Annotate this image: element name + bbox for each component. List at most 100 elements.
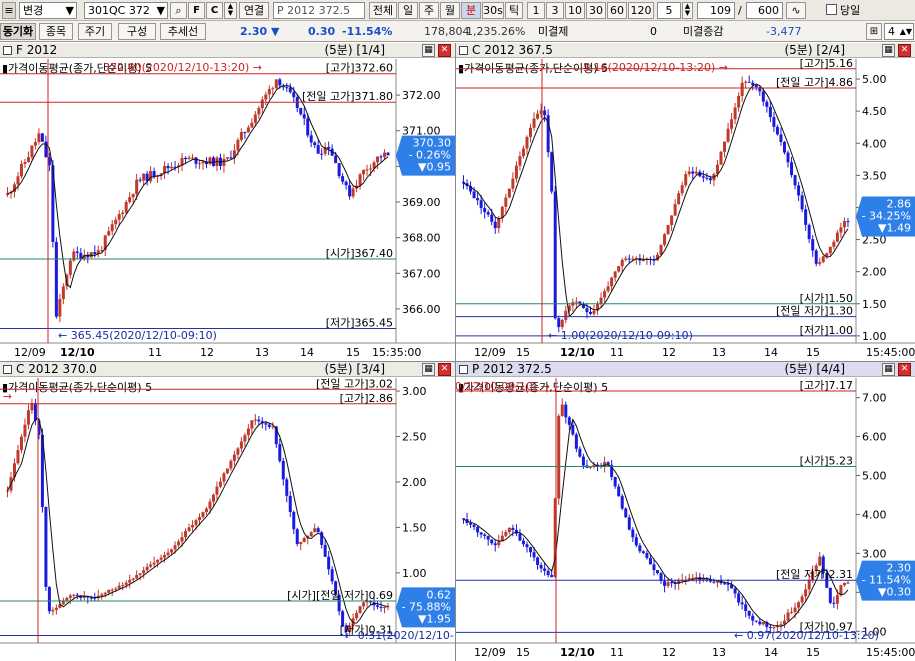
candle: [229, 157, 233, 159]
month-button[interactable]: 월: [440, 2, 460, 19]
interval-button-30[interactable]: 30: [586, 2, 606, 19]
panel-select-box[interactable]: [459, 46, 468, 55]
candle: [187, 527, 191, 532]
candle: [93, 252, 97, 255]
all-button[interactable]: 전체: [369, 2, 397, 19]
candle: [663, 234, 667, 245]
candle: [624, 258, 628, 260]
sync-button[interactable]: 동기화: [0, 23, 36, 40]
candle: [493, 543, 497, 546]
compose-button[interactable]: 구성: [118, 23, 156, 40]
settings-icon[interactable]: ▦: [882, 363, 895, 376]
tick-button[interactable]: 틱: [505, 2, 523, 19]
candle: [839, 227, 843, 233]
panel-select-box[interactable]: [459, 365, 468, 374]
chart-panel-2[interactable]: C 2012 367.5 (5분) [2/4] ▦ ✕ ▮가격이동평균(종가,단순이평)…: [456, 43, 915, 361]
x-tick-label: 13: [712, 346, 726, 359]
candle: [316, 145, 320, 154]
candle: [737, 593, 741, 603]
interval-input[interactable]: 5: [657, 2, 681, 19]
candle: [497, 218, 501, 229]
candle: [142, 570, 146, 574]
search-icon: ⌕: [175, 4, 182, 17]
candle: [790, 611, 794, 613]
x-tick-label: 15:45:00: [866, 646, 915, 659]
day-button[interactable]: 일: [398, 2, 418, 19]
day-label: 일: [402, 4, 414, 17]
candle: [828, 246, 832, 254]
option-name-field[interactable]: P 2012 372.5: [273, 2, 365, 19]
panel-select-box[interactable]: [3, 46, 12, 55]
interval-button-120[interactable]: 120: [628, 2, 654, 19]
edit-dropdown[interactable]: 변경 ▼: [19, 2, 77, 19]
count-input[interactable]: 109: [697, 2, 735, 19]
interval-button-1[interactable]: 1: [527, 2, 545, 19]
close-icon[interactable]: ✕: [898, 363, 911, 376]
candle: [107, 589, 111, 593]
price-chart[interactable]: ▮가격이동평균(종가,단순이평) 57.006.005.004.003.002.…: [456, 378, 915, 661]
count-total-field[interactable]: 600: [746, 2, 783, 19]
same-day-checkbox[interactable]: 당일: [826, 3, 860, 18]
candle: [811, 239, 815, 251]
candle: [518, 156, 522, 166]
interval-button-60[interactable]: 60: [607, 2, 627, 19]
chart-panel-3[interactable]: C 2012 370.0 (5분) [3/4] ▦ ✕ ▮가격이동평균(종가,단순이평)…: [0, 362, 455, 661]
close-icon[interactable]: ✕: [898, 44, 911, 57]
interval-button-10[interactable]: 10: [565, 2, 585, 19]
price-chart[interactable]: ▮가격이동평균(종가,단순이평) 5 3.00 2.50 2.00 1.50 1.00 [전…: [0, 378, 455, 661]
settings-icon[interactable]: ▦: [422, 363, 435, 376]
close-icon[interactable]: ✕: [438, 44, 451, 57]
candle: [486, 212, 490, 215]
menu-toggle-button[interactable]: ≡: [2, 2, 16, 19]
trend-label: 추세선: [167, 25, 199, 38]
candle: [117, 585, 121, 589]
call-select-button[interactable]: C: [206, 2, 223, 19]
chart-panel-4[interactable]: P 2012 372.5 (5분) [4/4] ▦ ✕ ▮가격이동평균(종가,단순이평)…: [456, 362, 915, 661]
panel-select-box[interactable]: [3, 365, 12, 374]
seconds-button[interactable]: 30s: [482, 2, 504, 19]
minute-button[interactable]: 분: [461, 2, 481, 19]
x-tick-label: 11: [148, 346, 162, 359]
current-price-text: ▼0.95: [418, 161, 451, 174]
checkbox-icon: [826, 4, 837, 15]
y-tick-label: 3.00: [402, 385, 427, 398]
candle: [184, 157, 188, 160]
symbol-spinner[interactable]: ▲ ▼: [224, 2, 237, 19]
period-button[interactable]: 주기: [78, 23, 112, 40]
chart-panel-1[interactable]: F 2012 (5분) [1/4] ▦ ✕ ▮가격이동평균(종가,단순이평) 5 372.…: [0, 43, 455, 361]
symbol-input[interactable]: 301QC 372 ▼: [84, 2, 168, 19]
reference-label: [전일 고가]371.80: [302, 89, 393, 103]
price-chart[interactable]: ▮가격이동평균(종가,단순이평) 55.004.504.003.503.002.…: [456, 59, 915, 361]
candle: [786, 152, 790, 163]
layout-grid-button[interactable]: ⊞: [866, 23, 882, 40]
settings-icon[interactable]: ▦: [882, 44, 895, 57]
candle: [288, 495, 292, 513]
settings-icon[interactable]: ▦: [422, 44, 435, 57]
price-chart[interactable]: ▮가격이동평균(종가,단순이평) 5372.00371.00370.00369.…: [0, 59, 455, 361]
candle: [620, 496, 624, 509]
candle: [16, 450, 20, 464]
candle: [493, 221, 497, 229]
stock-button[interactable]: 종목: [39, 23, 73, 40]
candle: [222, 473, 226, 482]
candle: [138, 179, 142, 181]
close-icon[interactable]: ✕: [438, 363, 451, 376]
candle: [751, 615, 755, 621]
chart-tool-button[interactable]: ∿: [786, 2, 806, 19]
interval-button-3[interactable]: 3: [546, 2, 564, 19]
search-button[interactable]: ⌕: [170, 2, 187, 19]
candle: [818, 556, 822, 566]
link-button[interactable]: 연결: [239, 2, 269, 19]
future-select-button[interactable]: F: [188, 2, 205, 19]
layout-count-select[interactable]: 4 ▲▼: [884, 23, 914, 40]
candle: [627, 517, 631, 530]
x-tick-label: 15: [806, 646, 820, 659]
interval-spinner[interactable]: ▲ ▼: [682, 2, 693, 19]
candle: [264, 423, 268, 425]
week-button[interactable]: 주: [419, 2, 439, 19]
candle: [779, 134, 783, 143]
candle: [232, 454, 236, 461]
candle: [117, 214, 121, 220]
trendline-button[interactable]: 추세선: [160, 23, 206, 40]
y-tick-label: 4.00: [862, 137, 887, 150]
